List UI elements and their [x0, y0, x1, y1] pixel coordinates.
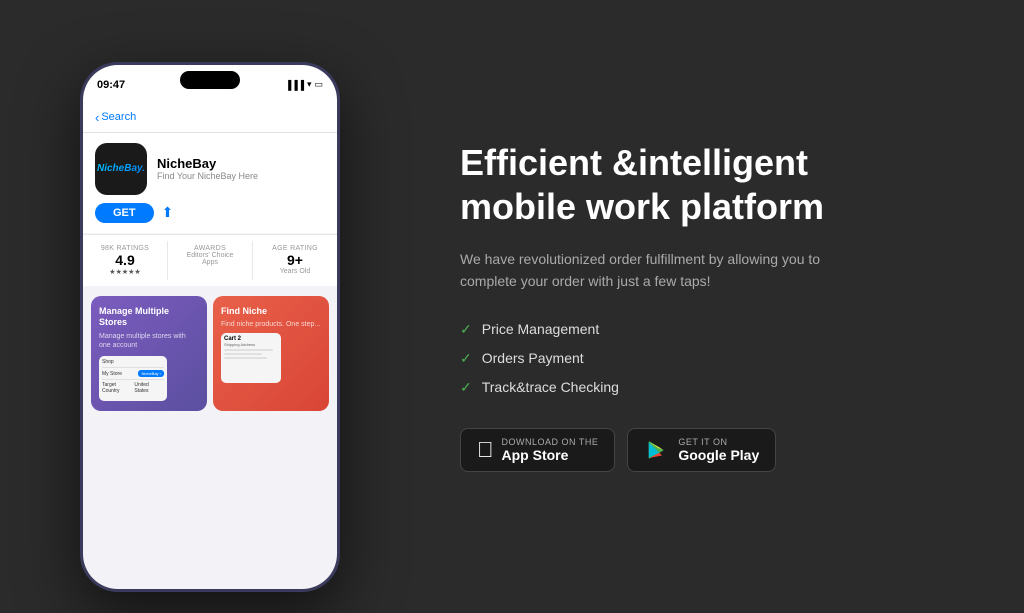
mini-cart-shipping: Shipping Address: [224, 342, 278, 347]
phone-section: 09:47 ▐▐▐ ▾ ▭ ‹ Search NicheBay.: [0, 0, 420, 613]
check-icon-orders: ✓: [460, 350, 472, 367]
mini-country-label: Target Country: [102, 382, 134, 394]
editors-choice: Editors' Choice: [172, 252, 248, 259]
app-info-section: NicheBay. NicheBay Find Your NicheBay He…: [83, 133, 337, 233]
mini-row: Shop: [102, 359, 164, 365]
google-play-small-text: GET IT ON: [678, 437, 759, 447]
app-store-small-text: Download on the: [502, 437, 599, 447]
mini-shop-label: Shop: [102, 359, 114, 365]
age-col: AGE RATING 9+ Years Old: [253, 241, 337, 280]
app-store-text: Download on the App Store: [502, 437, 599, 463]
content-section: Efficient &intelligent mobile work platf…: [420, 101, 1024, 511]
headline-line1: Efficient &intelligent: [460, 142, 808, 183]
store-badges:  Download on the App Store GET IT ON Go…: [460, 428, 974, 472]
awards-col: AWARDS Editors' Choice Apps: [168, 241, 253, 280]
mini-cart-line2: [224, 353, 262, 355]
app-icon-text: NicheBay.: [97, 163, 145, 174]
app-store-badge[interactable]:  Download on the App Store: [460, 428, 615, 472]
get-button[interactable]: GET: [95, 203, 154, 223]
mini-cart-line1: [224, 349, 273, 351]
phone-time: 09:47: [97, 79, 125, 91]
back-label: Search: [101, 111, 136, 123]
app-icon: NicheBay.: [95, 143, 147, 195]
mini-chip: NicheBay ›: [138, 370, 164, 377]
ratings-label: 98K RATINGS: [87, 245, 163, 252]
apple-icon: : [477, 437, 494, 463]
phone-status-bar: 09:47 ▐▐▐ ▾ ▭: [83, 65, 337, 105]
apps-label: Apps: [172, 259, 248, 266]
card1-subtitle: Manage multiple stores with one account: [99, 332, 199, 350]
phone-notch: [180, 71, 240, 89]
feature-text-track: Track&trace Checking: [482, 379, 619, 395]
mini-country-row: Target Country United States: [102, 382, 164, 394]
feature-item-track: ✓ Track&trace Checking: [460, 379, 974, 396]
app-store-nav: ‹ Search: [83, 105, 337, 133]
phone-status-icons: ▐▐▐ ▾ ▭: [285, 79, 323, 90]
mini-my-store: My Store: [102, 371, 122, 377]
app-subtitle: Find Your NicheBay Here: [157, 171, 325, 181]
signal-icon: ▐▐▐: [285, 80, 304, 90]
mini-store-row: My Store NicheBay ›: [102, 370, 164, 377]
age-label: AGE RATING: [257, 245, 333, 252]
feature-item-price: ✓ Price Management: [460, 321, 974, 338]
main-headline: Efficient &intelligent mobile work platf…: [460, 141, 974, 227]
share-icon[interactable]: ⬆: [162, 204, 174, 221]
feature-text-price: Price Management: [482, 321, 600, 337]
app-name: NicheBay: [157, 156, 325, 171]
card2-subtitle: Find niche products. One step...: [221, 320, 321, 329]
back-link[interactable]: ‹ Search: [95, 111, 325, 124]
ratings-row: 98K RATINGS 4.9 ★★★★★ AWARDS Editors' Ch…: [83, 234, 337, 286]
google-play-badge[interactable]: GET IT ON Google Play: [627, 428, 776, 472]
awards-label: AWARDS: [172, 245, 248, 252]
feature-cards: Manage Multiple Stores Manage multiple s…: [83, 288, 337, 420]
mini-phone-mockup: Shop My Store NicheBay › Target Country …: [99, 356, 167, 401]
headline-line2: mobile work platform: [460, 186, 824, 227]
chevron-left-icon: ‹: [95, 111, 99, 124]
mini-cart-line3: [224, 357, 267, 359]
mini-divider: [102, 367, 164, 368]
mini-cart-mockup: Cart 2 Shipping Address: [221, 333, 281, 383]
app-get-row: GET ⬆: [95, 203, 325, 223]
rating-value: 4.9: [87, 252, 163, 268]
card1-title: Manage Multiple Stores: [99, 306, 199, 329]
ratings-col: 98K RATINGS 4.9 ★★★★★: [83, 241, 168, 280]
check-icon-price: ✓: [460, 321, 472, 338]
rating-stars: ★★★★★: [87, 268, 163, 276]
phone-screen: ‹ Search NicheBay. NicheBay Find Your Ni…: [83, 105, 337, 589]
mini-divider2: [102, 379, 164, 380]
feature-text-orders: Orders Payment: [482, 350, 584, 366]
google-play-text: GET IT ON Google Play: [678, 437, 759, 463]
feature-card-manage: Manage Multiple Stores Manage multiple s…: [91, 296, 207, 412]
wifi-icon: ▾: [307, 79, 312, 90]
phone-frame: 09:47 ▐▐▐ ▾ ▭ ‹ Search NicheBay.: [80, 62, 340, 592]
age-sub: Years Old: [257, 268, 333, 275]
google-play-icon: [646, 439, 668, 461]
play-icon-wrapper: [644, 437, 670, 463]
check-icon-track: ✓: [460, 379, 472, 396]
feature-list: ✓ Price Management ✓ Orders Payment ✓ Tr…: [460, 321, 974, 396]
card2-title: Find Niche: [221, 306, 321, 318]
battery-icon: ▭: [314, 79, 323, 90]
app-store-big-text: App Store: [502, 447, 599, 463]
age-value: 9+: [257, 252, 333, 268]
app-header-row: NicheBay. NicheBay Find Your NicheBay He…: [95, 143, 325, 195]
google-play-big-text: Google Play: [678, 447, 759, 463]
feature-item-orders: ✓ Orders Payment: [460, 350, 974, 367]
mini-country-val: United States: [134, 382, 164, 394]
app-title-block: NicheBay Find Your NicheBay Here: [157, 156, 325, 181]
feature-card-niche: Find Niche Find niche products. One step…: [213, 296, 329, 412]
sub-description: We have revolutionized order fulfillment…: [460, 248, 840, 293]
